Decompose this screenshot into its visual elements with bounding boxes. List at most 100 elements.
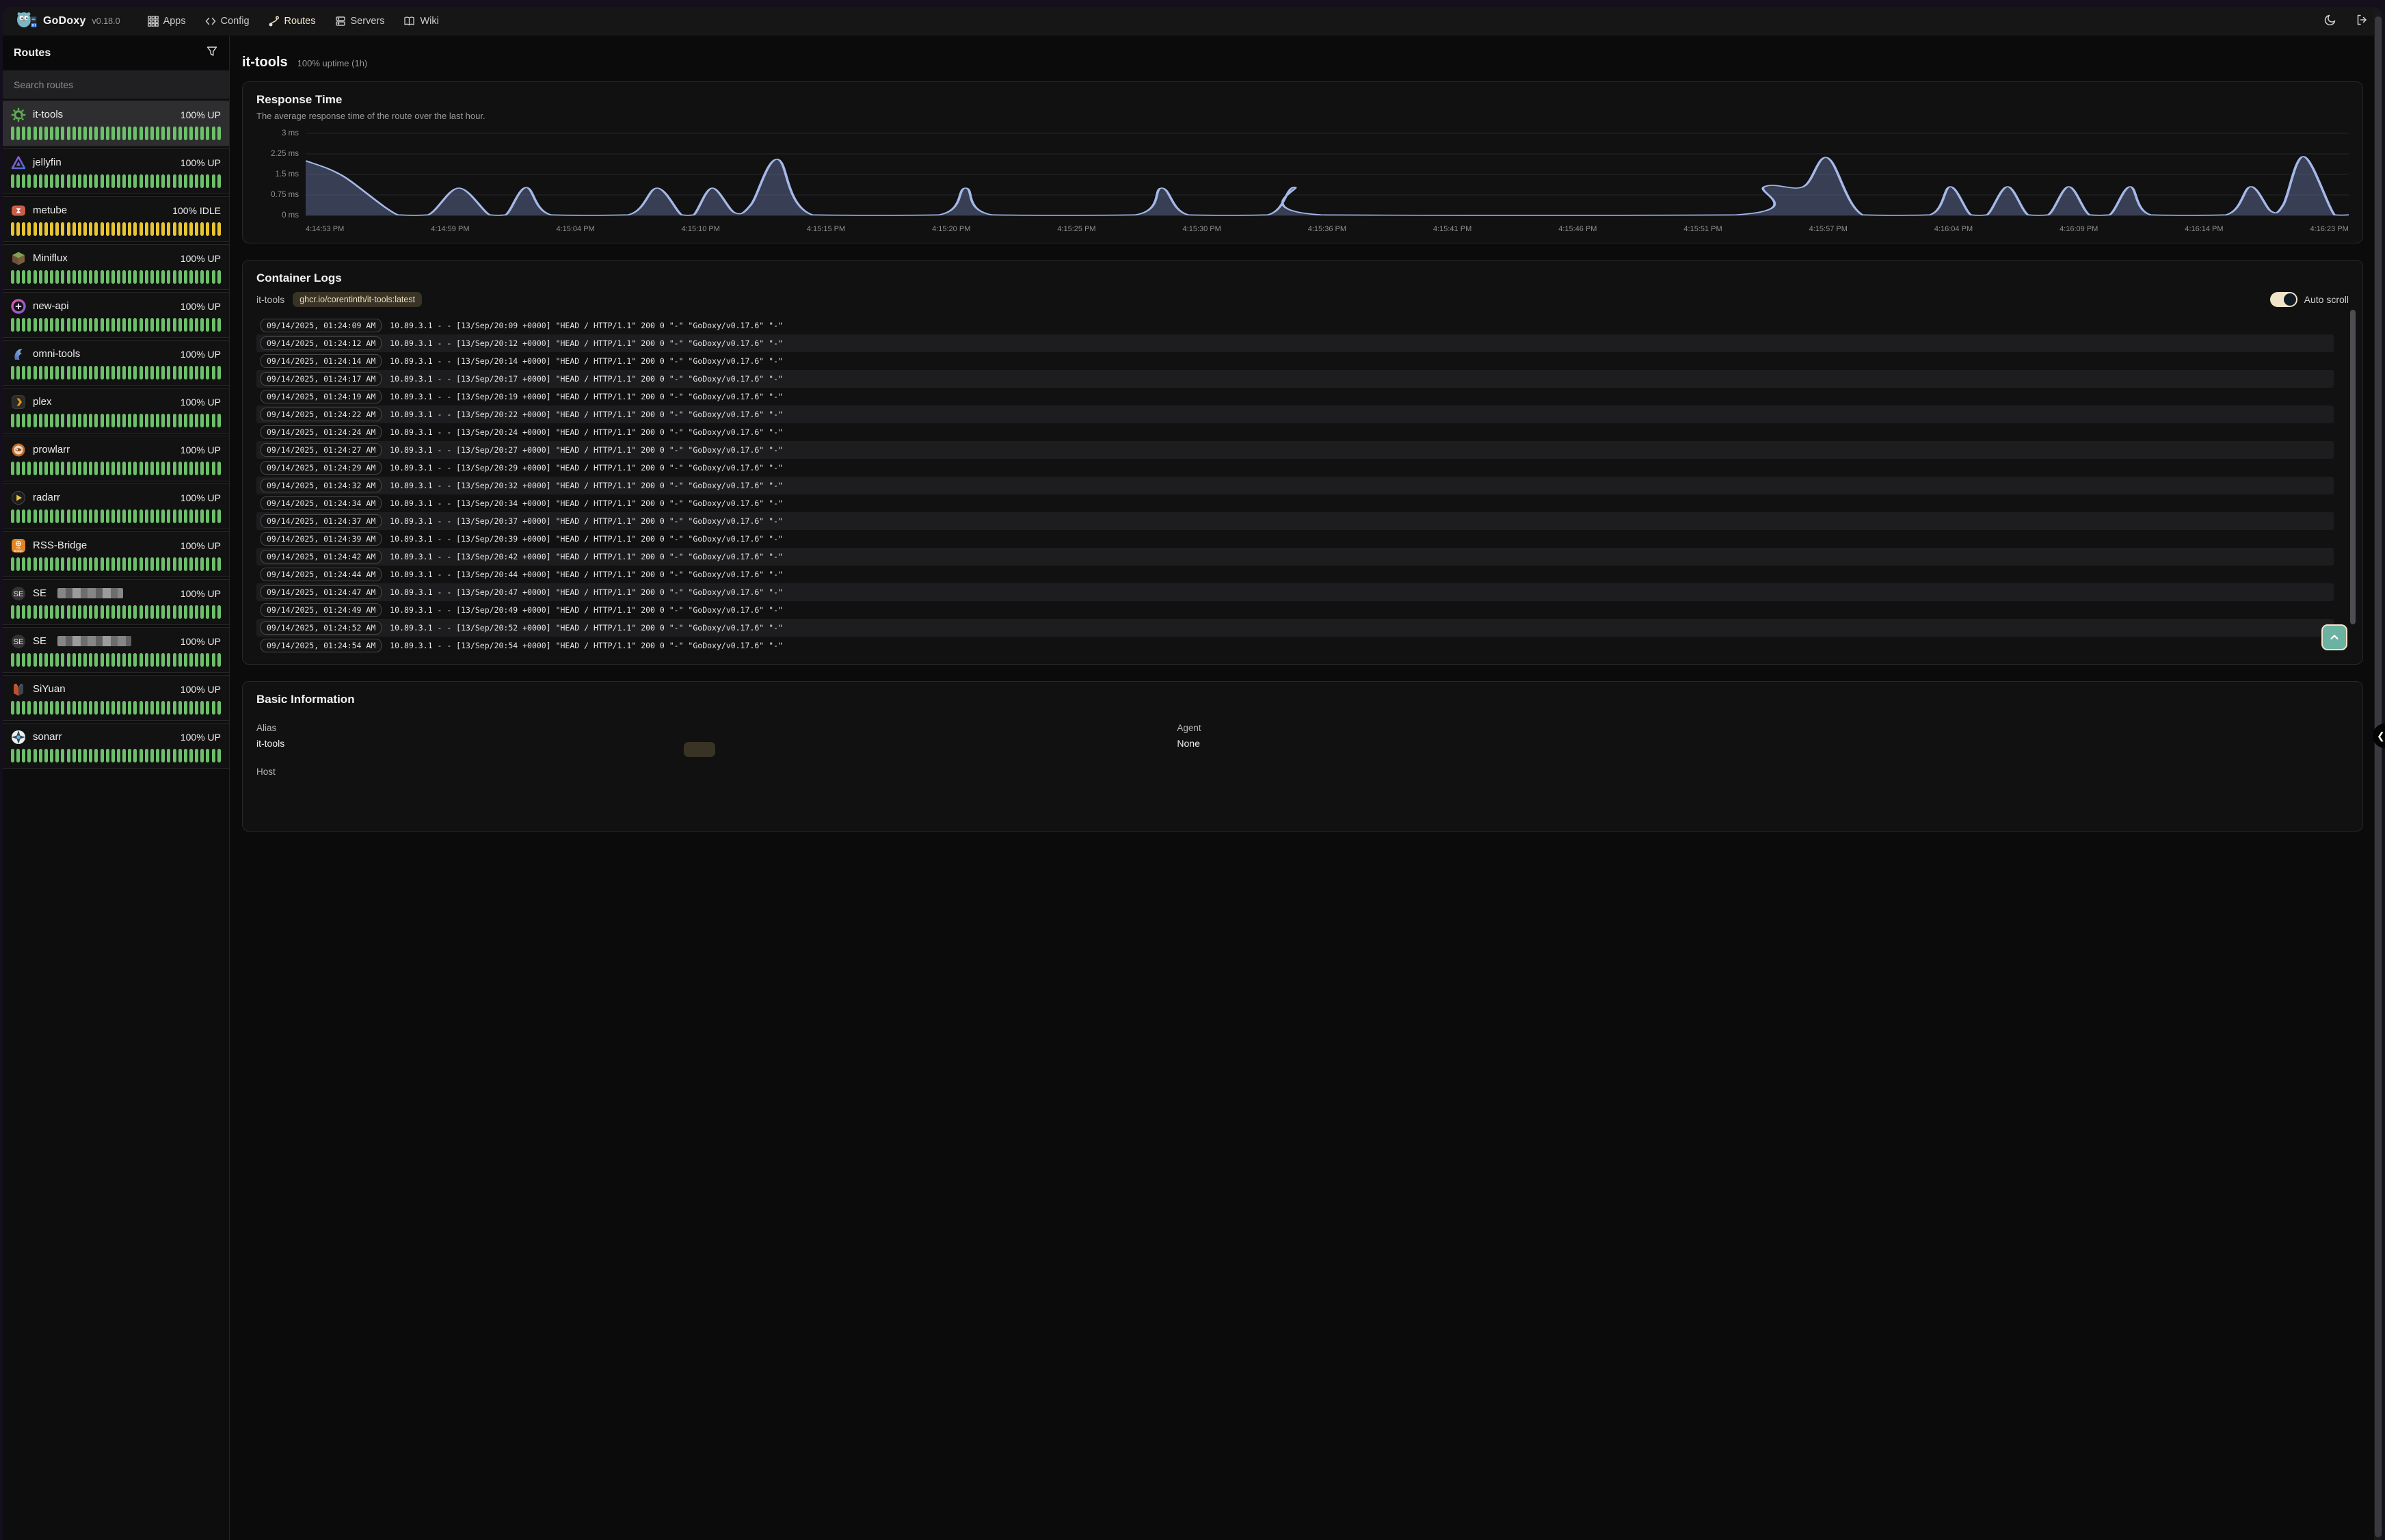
logs-scrollbar[interactable] — [2350, 310, 2356, 624]
nav-item-config[interactable]: Config — [205, 16, 250, 27]
nav-item-apps[interactable]: Apps — [148, 16, 186, 27]
route-item-omni-tools[interactable]: omni-tools100% UP — [3, 340, 229, 386]
field-label: Alias — [256, 723, 1177, 733]
log-message: 10.89.3.1 - - [13/Sep/20:24 +0000] "HEAD… — [390, 427, 783, 437]
nav-item-wiki[interactable]: Wiki — [403, 16, 438, 27]
route-name: radarr — [33, 492, 60, 503]
brand-version: v0.18.0 — [92, 16, 120, 26]
field-agent: Agent None — [1177, 723, 2349, 749]
health-bar — [78, 222, 81, 236]
health-bar — [184, 605, 187, 619]
health-bar — [139, 318, 143, 332]
route-item-metube[interactable]: metube100% IDLE — [3, 196, 229, 242]
health-bar — [206, 462, 209, 475]
log-message: 10.89.3.1 - - [13/Sep/20:34 +0000] "HEAD… — [390, 499, 783, 508]
logs-subrow: it-tools ghcr.io/corentinth/it-tools:lat… — [256, 291, 2349, 308]
page-scrollbar-thumb[interactable] — [2375, 16, 2382, 1537]
siyuan-icon — [11, 682, 26, 697]
route-item-new-api[interactable]: new-api100% UP — [3, 292, 229, 338]
nav-item-label: Config — [221, 16, 250, 27]
route-item-prowlarr[interactable]: prowlarr100% UP — [3, 436, 229, 481]
health-bar — [212, 318, 215, 332]
moon-icon[interactable] — [2323, 13, 2337, 30]
health-bar — [89, 509, 92, 523]
uptime-bars — [11, 605, 221, 619]
health-bar — [50, 222, 53, 236]
health-bar — [72, 653, 76, 667]
health-bar — [150, 653, 154, 667]
route-item-rss-bridge[interactable]: rssBridge RSS-Bridge100% UP — [3, 531, 229, 577]
chart-y-axis: 3 ms2.25 ms1.5 ms0.75 ms0 ms — [256, 131, 306, 221]
health-bar — [173, 557, 176, 571]
log-timestamp: 09/14/2025, 01:24:19 AM — [261, 390, 382, 403]
routes-sidebar: Routes it-tools100% UP jellyfin100% UP m… — [3, 36, 230, 1540]
health-bar — [11, 605, 14, 619]
scroll-to-top-button[interactable] — [2321, 624, 2347, 650]
health-bar — [27, 605, 31, 619]
book-icon — [403, 16, 415, 27]
health-bar — [94, 462, 98, 475]
health-bar — [72, 701, 76, 715]
health-bar — [72, 318, 76, 332]
health-bar — [206, 414, 209, 427]
route-item-jellyfin[interactable]: jellyfin100% UP — [3, 148, 229, 194]
log-message: 10.89.3.1 - - [13/Sep/20:47 +0000] "HEAD… — [390, 587, 783, 597]
route-item-se[interactable]: SE SE100% UP — [3, 579, 229, 625]
health-bar — [184, 749, 187, 762]
health-bar — [61, 701, 64, 715]
health-bar — [178, 701, 182, 715]
health-bar — [133, 366, 137, 380]
route-item-plex[interactable]: plex100% UP — [3, 388, 229, 434]
health-bar — [106, 222, 109, 236]
health-bar — [184, 174, 187, 188]
health-bar — [156, 557, 159, 571]
health-bar — [128, 557, 131, 571]
health-bar — [217, 701, 221, 715]
health-bar — [44, 557, 48, 571]
health-bar — [78, 653, 81, 667]
health-bar — [128, 414, 131, 427]
health-bar — [195, 701, 198, 715]
health-bar — [34, 653, 37, 667]
route-item-miniflux[interactable]: Miniflux100% UP — [3, 244, 229, 290]
logout-icon[interactable] — [2355, 13, 2369, 30]
route-item-sonarr[interactable]: sonarr100% UP — [3, 723, 229, 769]
health-bar — [27, 174, 31, 188]
health-bar — [189, 222, 193, 236]
health-bar — [72, 174, 76, 188]
route-item-siyuan[interactable]: SiYuan100% UP — [3, 675, 229, 721]
health-bar — [34, 462, 37, 475]
x-axis-tick: 4:16:04 PM — [1934, 225, 1973, 236]
health-bar — [106, 509, 109, 523]
funnel-icon[interactable] — [206, 45, 218, 61]
health-bar — [89, 366, 92, 380]
page-scrollbar[interactable] — [2374, 7, 2382, 1540]
health-bar — [39, 653, 42, 667]
brand: GoDoxy v0.18.0 — [16, 11, 120, 32]
route-name: it-tools — [33, 109, 63, 120]
health-bar — [117, 414, 120, 427]
route-item-se[interactable]: SE SE100% UP — [3, 627, 229, 673]
health-bar — [83, 318, 87, 332]
log-message: 10.89.3.1 - - [13/Sep/20:29 +0000] "HEAD… — [390, 463, 783, 473]
health-bar — [217, 653, 221, 667]
health-bar — [206, 174, 209, 188]
health-bar — [16, 701, 20, 715]
nav-item-servers[interactable]: Servers — [335, 16, 385, 27]
log-message: 10.89.3.1 - - [13/Sep/20:37 +0000] "HEAD… — [390, 516, 783, 526]
health-bar — [44, 222, 48, 236]
health-bar — [128, 222, 131, 236]
health-bar — [89, 222, 92, 236]
health-bar — [139, 462, 143, 475]
health-bar — [212, 222, 215, 236]
auto-scroll-toggle[interactable] — [2270, 292, 2297, 307]
health-bar — [83, 462, 87, 475]
route-item-radarr[interactable]: radarr100% UP — [3, 483, 229, 529]
health-bar — [117, 749, 120, 762]
health-bar — [11, 557, 14, 571]
nav-item-routes[interactable]: Routes — [269, 16, 316, 27]
route-item-it-tools[interactable]: it-tools100% UP — [3, 101, 229, 146]
search-input[interactable] — [3, 71, 229, 98]
health-bar — [106, 174, 109, 188]
health-bar — [156, 749, 159, 762]
